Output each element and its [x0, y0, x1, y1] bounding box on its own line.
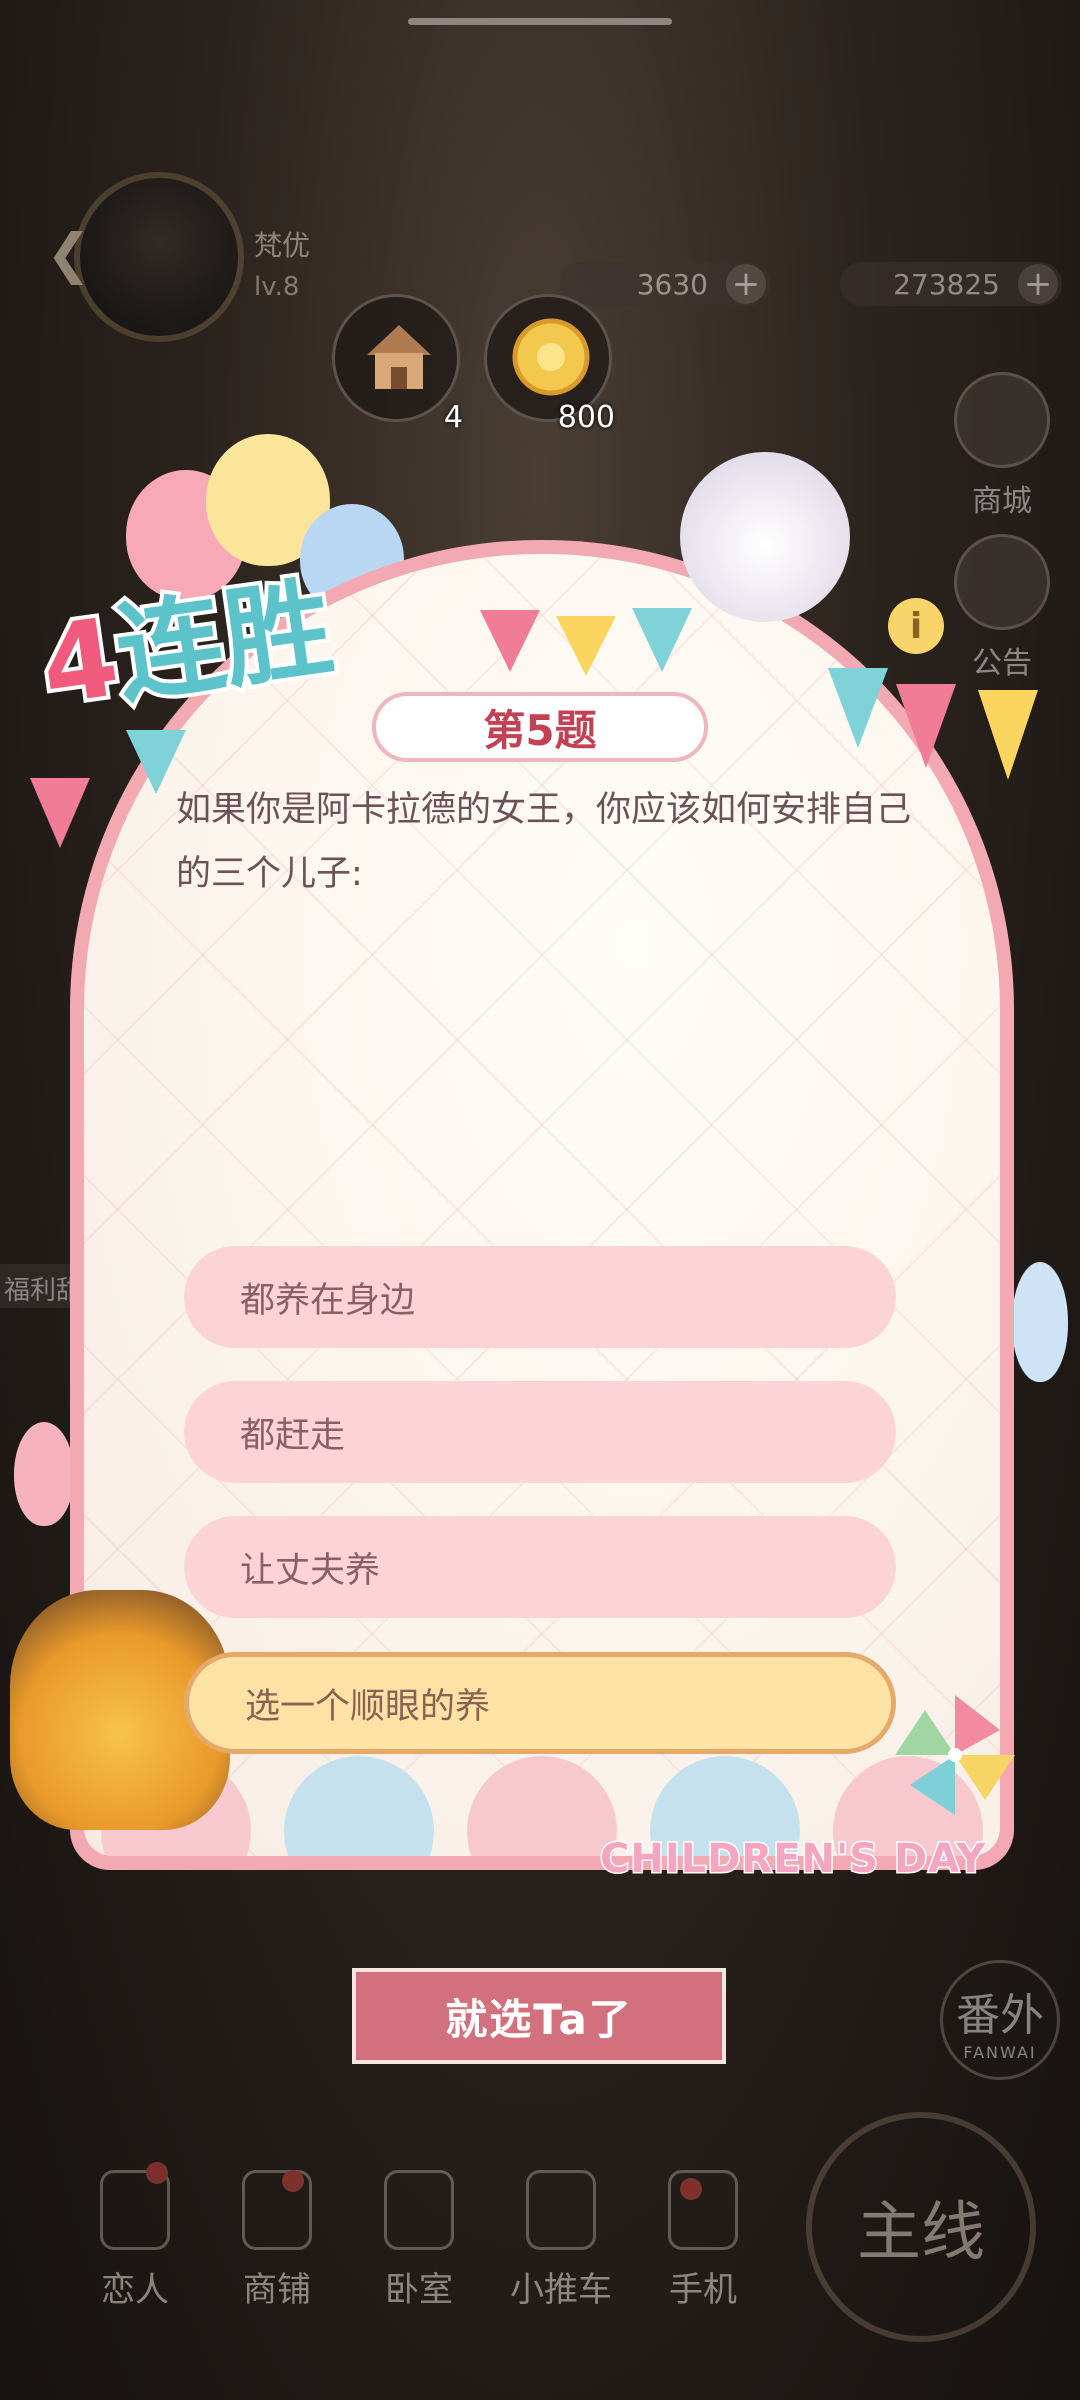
bunting-flag: [828, 668, 888, 748]
bunting-flag: [978, 690, 1038, 780]
player-avatar[interactable]: [74, 172, 244, 342]
game-screen: ❮ 梵优 lv.8 3630 + 273825 + 商城 公告 福利甜 番外 F…: [0, 0, 1080, 2400]
nav-label: 小推车: [510, 2270, 612, 2310]
notification-dot: [282, 2170, 304, 2192]
house-icon: [367, 325, 431, 389]
bunting-flag: [480, 610, 540, 672]
bedroom-icon: [384, 2170, 454, 2250]
option-label: 让丈夫养: [240, 1550, 381, 1591]
gold-coin-icon: [512, 318, 590, 396]
option-label: 都养在身边: [240, 1280, 416, 1321]
answer-option-3[interactable]: 让丈夫养: [184, 1516, 896, 1618]
answer-option-1[interactable]: 都养在身边: [184, 1246, 896, 1348]
mainline-label: 主线: [857, 2196, 985, 2270]
nav-cart[interactable]: 小推车: [502, 2170, 620, 2311]
pinwheel-icon: [895, 1695, 1015, 1815]
answer-option-4-selected[interactable]: 选一个顺眼的养: [184, 1652, 896, 1754]
phone-icon: [668, 2170, 738, 2250]
cart-icon: [526, 2170, 596, 2250]
coin-resource: 273825 +: [840, 262, 1062, 306]
confirm-answer-button[interactable]: 就选Ta了: [352, 1968, 726, 2064]
nav-label: 商铺: [243, 2270, 311, 2310]
question-text: 如果你是阿卡拉德的女王，你应该如何安排自己的三个儿子:: [176, 790, 912, 894]
fanwai-label: 番外: [956, 1990, 1044, 2041]
question-number-badge: 第5题: [372, 692, 708, 762]
notification-dot: [680, 2178, 702, 2200]
welfare-sidebar-tab[interactable]: 福利甜: [0, 1264, 70, 1308]
option-label: 都赶走: [240, 1415, 346, 1456]
fanwai-button[interactable]: 番外 FANWAI: [940, 1960, 1060, 2080]
nav-phone[interactable]: 手机: [644, 2170, 762, 2311]
nav-shop[interactable]: 商铺: [218, 2170, 336, 2311]
shop-character-icon: [954, 372, 1050, 468]
balloon-decoration: [14, 1422, 74, 1526]
bunting-flag: [30, 778, 90, 848]
bunting-flag: [556, 616, 616, 676]
notification-dot: [146, 2162, 168, 2184]
chibi-cat-character: [680, 452, 850, 622]
answer-option-2[interactable]: 都赶走: [184, 1381, 896, 1483]
reward-item-coin[interactable]: 800: [484, 294, 615, 435]
nav-bedroom[interactable]: 卧室: [360, 2170, 478, 2311]
fanwai-sub: FANWAI: [963, 2043, 1037, 2062]
nav-lover[interactable]: 恋人: [76, 2170, 194, 2311]
back-arrow-icon[interactable]: ❮: [46, 222, 91, 285]
coin-value: 273825: [893, 267, 1000, 301]
item-count: 4: [443, 400, 463, 435]
childrens-day-label: CHILDREN'S DAY: [598, 1835, 987, 1884]
add-coin-button[interactable]: +: [1018, 264, 1058, 304]
side-menu-label: 商城: [972, 484, 1032, 519]
reward-item-house[interactable]: 4: [332, 294, 463, 435]
nav-label: 卧室: [385, 2270, 453, 2310]
bunting-flag: [632, 608, 692, 672]
question-title: 第5题: [483, 705, 597, 755]
stamina-resource: 3630 +: [560, 262, 770, 306]
side-menu-label: 公告: [972, 646, 1032, 681]
side-menu-announcement[interactable]: 公告: [952, 534, 1052, 682]
bottom-nav: 恋人 商铺 卧室 小推车 手机: [76, 2170, 762, 2311]
add-stamina-button[interactable]: +: [726, 264, 766, 304]
streak-text: 连胜: [104, 561, 343, 723]
player-name: 梵优: [254, 229, 311, 262]
megaphone-icon: [954, 534, 1050, 630]
item-count: 800: [557, 400, 615, 435]
player-level: lv.8: [254, 272, 300, 302]
side-menu-shop[interactable]: 商城: [952, 372, 1052, 520]
bunting-flag: [896, 684, 956, 768]
stamina-value: 3630: [636, 267, 708, 301]
info-button[interactable]: i: [888, 598, 944, 654]
balloon-decoration: [1012, 1262, 1068, 1382]
nav-label: 手机: [669, 2270, 737, 2310]
mainline-button[interactable]: 主线: [806, 2112, 1036, 2342]
option-label: 选一个顺眼的养: [245, 1686, 491, 1727]
nav-label: 恋人: [101, 2270, 169, 2310]
